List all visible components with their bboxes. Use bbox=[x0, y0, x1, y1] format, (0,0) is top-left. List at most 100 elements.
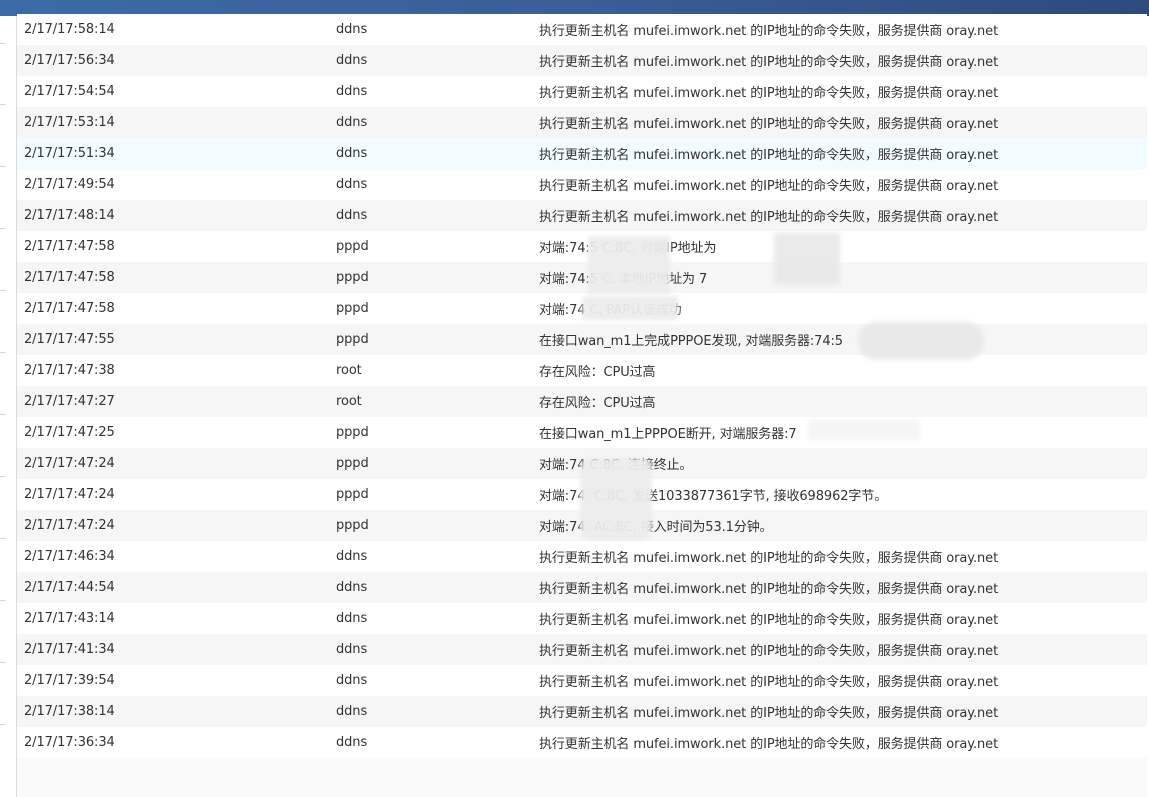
log-row[interactable]: 2/17/17:44:54 ddns 执行更新主机名 mufei.imwork.ne… bbox=[17, 572, 1147, 603]
log-time: 2/17/17:47:25 bbox=[17, 417, 336, 448]
log-row[interactable]: 2/17/17:47:58pppd对端:74:5 C, 本地IP地址为 7 bbox=[17, 262, 1147, 293]
log-source: ddns bbox=[336, 45, 539, 76]
log-source: ddns bbox=[336, 541, 539, 572]
log-row-hovered[interactable]: 2/17/17:51:34 ddns 执行更新主机名 mufei.imwork.ne… bbox=[17, 138, 1147, 169]
log-message: 执行更新主机名 mufei.imwork.net 的IP地址的命令失败，服务提供… bbox=[539, 665, 1147, 696]
log-time: 2/17/17:47:55 bbox=[17, 324, 336, 355]
log-message: 执行更新主机名 mufei.imwork.net 的IP地址的命令失败，服务提供… bbox=[539, 14, 1147, 45]
log-source: ddns bbox=[336, 572, 539, 603]
log-time: 2/17/17:47:58 bbox=[17, 231, 336, 262]
log-source: pppd bbox=[336, 479, 539, 510]
log-time: 2/17/17:47:27 bbox=[17, 386, 336, 417]
log-source: pppd bbox=[336, 293, 539, 324]
log-message: 存在风险：CPU过高 bbox=[539, 386, 1147, 417]
log-message: 执行更新主机名 mufei.imwork.net 的IP地址的命令失败，服务提供… bbox=[539, 727, 1147, 758]
frame-tick bbox=[0, 43, 6, 44]
log-message: 执行更新主机名 mufei.imwork.net 的IP地址的命令失败，服务提供… bbox=[539, 634, 1147, 665]
log-row[interactable]: 2/17/17:47:58pppd对端:74:5 C:8C, 对端IP地址为 bbox=[17, 231, 1147, 262]
frame-tick bbox=[0, 414, 6, 415]
log-source: ddns bbox=[336, 696, 539, 727]
log-row[interactable]: 2/17/17:49:54 ddns 执行更新主机名 mufei.imwork.ne… bbox=[17, 169, 1147, 200]
log-source: ddns bbox=[336, 76, 539, 107]
log-row[interactable]: 2/17/17:54:54 ddns 执行更新主机名 mufei.imwork.ne… bbox=[17, 76, 1147, 107]
log-source: ddns bbox=[336, 14, 539, 45]
log-time: 2/17/17:43:14 bbox=[17, 603, 336, 634]
log-message: 执行更新主机名 mufei.imwork.net 的IP地址的命令失败，服务提供… bbox=[539, 45, 1147, 76]
frame-tick bbox=[0, 724, 6, 725]
log-source: ddns bbox=[336, 138, 539, 169]
redaction-blur bbox=[588, 236, 670, 294]
log-source: pppd bbox=[336, 231, 539, 262]
log-row[interactable]: 2/17/17:43:14 ddns 执行更新主机名 mufei.imwork.ne… bbox=[17, 603, 1147, 634]
log-time: 2/17/17:41:34 bbox=[17, 634, 336, 665]
log-source: pppd bbox=[336, 448, 539, 479]
log-source: ddns bbox=[336, 603, 539, 634]
log-time: 2/17/17:47:58 bbox=[17, 262, 336, 293]
frame-tick bbox=[0, 166, 6, 167]
log-time: 2/17/17:36:34 bbox=[17, 727, 336, 758]
frame-tick bbox=[0, 352, 6, 353]
log-message: 执行更新主机名 mufei.imwork.net 的IP地址的命令失败，服务提供… bbox=[539, 107, 1147, 138]
log-row[interactable]: 2/17/17:39:54 ddns 执行更新主机名 mufei.imwork.ne… bbox=[17, 665, 1147, 696]
log-row[interactable]: 2/17/17:47:25 pppd 在接口wan_m1上PPPOE断开, 对端服务… bbox=[17, 417, 1147, 448]
log-message: 在接口wan_m1上完成PPPOE发现, 对端服务器:74:5 bbox=[539, 324, 1147, 355]
redaction-blur bbox=[774, 233, 840, 285]
log-message: 执行更新主机名 mufei.imwork.net 的IP地址的命令失败，服务提供… bbox=[539, 696, 1147, 727]
log-source: root bbox=[336, 386, 539, 417]
log-time: 2/17/17:48:14 bbox=[17, 200, 336, 231]
frame-tick bbox=[0, 538, 6, 539]
log-row[interactable]: 2/17/17:41:34 ddns 执行更新主机名 mufei.imwork.ne… bbox=[17, 634, 1147, 665]
log-source: ddns bbox=[336, 107, 539, 138]
log-time: 2/17/17:51:34 bbox=[17, 138, 336, 169]
frame-tick bbox=[0, 104, 6, 105]
system-log-table: 2/17/17:58:14 ddns 执行更新主机名 mufei.imwork.ne… bbox=[17, 14, 1147, 758]
log-message: 执行更新主机名 mufei.imwork.net 的IP地址的命令失败，服务提供… bbox=[539, 541, 1147, 572]
log-row[interactable]: 2/17/17:48:14 ddns 执行更新主机名 mufei.imwork.ne… bbox=[17, 200, 1147, 231]
log-source: ddns bbox=[336, 665, 539, 696]
log-message: 执行更新主机名 mufei.imwork.net 的IP地址的命令失败，服务提供… bbox=[539, 572, 1147, 603]
log-source: ddns bbox=[336, 634, 539, 665]
log-source: pppd bbox=[336, 417, 539, 448]
log-time: 2/17/17:46:34 bbox=[17, 541, 336, 572]
log-time: 2/17/17:47:24 bbox=[17, 479, 336, 510]
log-row[interactable]: 2/17/17:46:34 ddns 执行更新主机名 mufei.imwork.ne… bbox=[17, 541, 1147, 572]
log-source: pppd bbox=[336, 510, 539, 541]
log-row[interactable]: 2/17/17:58:14 ddns 执行更新主机名 mufei.imwork.ne… bbox=[17, 14, 1147, 45]
log-row[interactable]: 2/17/17:36:34 ddns 执行更新主机名 mufei.imwork.ne… bbox=[17, 727, 1147, 758]
log-message: 存在风险：CPU过高 bbox=[539, 355, 1147, 386]
log-row[interactable]: 2/17/17:47:38 root 存在风险：CPU过高 bbox=[17, 355, 1147, 386]
log-time: 2/17/17:58:14 bbox=[17, 14, 336, 45]
log-source: pppd bbox=[336, 262, 539, 293]
redaction-blur bbox=[580, 458, 652, 540]
left-frame bbox=[0, 16, 17, 797]
log-time: 2/17/17:47:38 bbox=[17, 355, 336, 386]
redaction-blur bbox=[808, 420, 920, 440]
log-time: 2/17/17:47:58 bbox=[17, 293, 336, 324]
log-message: 执行更新主机名 mufei.imwork.net 的IP地址的命令失败，服务提供… bbox=[539, 603, 1147, 634]
log-time: 2/17/17:47:24 bbox=[17, 510, 336, 541]
log-row[interactable]: 2/17/17:38:14 ddns 执行更新主机名 mufei.imwork.ne… bbox=[17, 696, 1147, 727]
log-message: 执行更新主机名 mufei.imwork.net 的IP地址的命令失败，服务提供… bbox=[539, 200, 1147, 231]
log-source: ddns bbox=[336, 200, 539, 231]
log-time: 2/17/17:53:14 bbox=[17, 107, 336, 138]
log-time: 2/17/17:44:54 bbox=[17, 572, 336, 603]
table-footer-area bbox=[17, 758, 1147, 797]
frame-tick bbox=[0, 228, 6, 229]
log-time: 2/17/17:54:54 bbox=[17, 76, 336, 107]
log-time: 2/17/17:49:54 bbox=[17, 169, 336, 200]
frame-tick bbox=[0, 290, 6, 291]
log-row[interactable]: 2/17/17:56:34 ddns 执行更新主机名 mufei.imwork.ne… bbox=[17, 45, 1147, 76]
redaction-blur bbox=[582, 296, 678, 320]
log-time: 2/17/17:38:14 bbox=[17, 696, 336, 727]
redaction-blur bbox=[858, 322, 984, 360]
log-row[interactable]: 2/17/17:47:27 root 存在风险：CPU过高 bbox=[17, 386, 1147, 417]
log-time: 2/17/17:47:24 bbox=[17, 448, 336, 479]
log-source: pppd bbox=[336, 324, 539, 355]
log-time: 2/17/17:56:34 bbox=[17, 45, 336, 76]
log-time: 2/17/17:39:54 bbox=[17, 665, 336, 696]
frame-tick bbox=[0, 600, 6, 601]
log-message: 执行更新主机名 mufei.imwork.net 的IP地址的命令失败，服务提供… bbox=[539, 76, 1147, 107]
log-source: root bbox=[336, 355, 539, 386]
log-source: ddns bbox=[336, 169, 539, 200]
log-row[interactable]: 2/17/17:53:14 ddns 执行更新主机名 mufei.imwork.ne… bbox=[17, 107, 1147, 138]
